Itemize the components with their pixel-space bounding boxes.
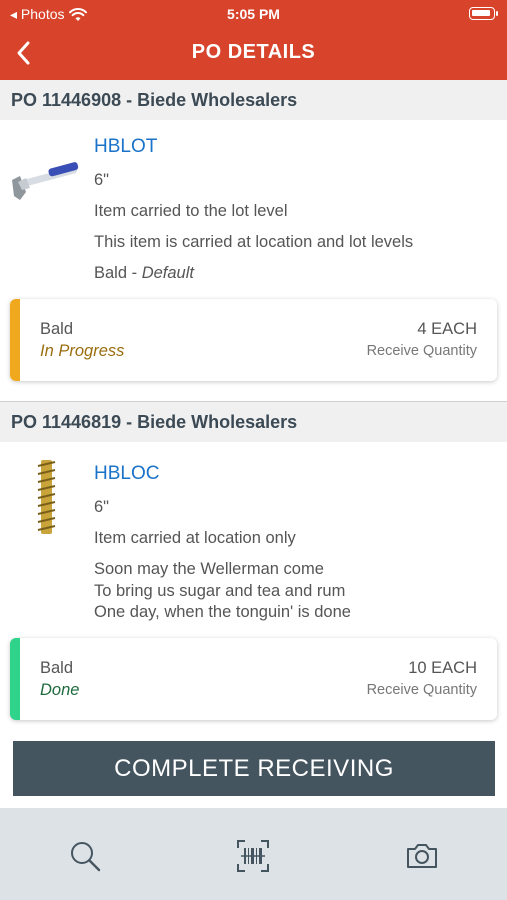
- receipt-card[interactable]: Bald Done 10 EACH Receive Quantity: [10, 638, 497, 720]
- item-note-line: To bring us sugar and tea and rum: [94, 582, 346, 600]
- item-size: 6": [94, 171, 110, 189]
- barcode-scan-icon[interactable]: [236, 839, 270, 873]
- item-note-line: Soon may the Wellerman come: [94, 560, 324, 578]
- receipt-quantity: 10 EACH: [408, 659, 477, 677]
- item-code-link[interactable]: HBLOC: [94, 463, 159, 485]
- search-icon[interactable]: [68, 839, 102, 873]
- po-header: PO 11446908 - Biede Wholesalers: [0, 80, 507, 120]
- hammer-icon: [12, 162, 79, 200]
- receipt-status: In Progress: [40, 342, 125, 360]
- item-location-suffix: Default: [141, 264, 194, 282]
- battery-icon: [469, 7, 498, 20]
- screw-icon: [37, 460, 56, 534]
- barcode-scan-tab[interactable]: [233, 836, 273, 876]
- complete-receiving-button[interactable]: COMPLETE RECEIVING: [13, 741, 495, 796]
- search-tab[interactable]: [65, 836, 105, 876]
- receipt-quantity-label: Receive Quantity: [366, 682, 477, 698]
- item-description: Item carried at location only: [94, 529, 296, 547]
- status-time: 5:05 PM: [227, 6, 280, 22]
- camera-tab[interactable]: [402, 836, 442, 876]
- tab-bar: [0, 808, 507, 900]
- item-description: This item is carried at location and lot…: [94, 233, 414, 251]
- po-item[interactable]: HBLOC 6" Item carried at location only S…: [0, 442, 507, 638]
- item-location-name: Bald: [94, 264, 128, 282]
- status-bar-indicator: [10, 638, 20, 720]
- page-title: PO DETAILS: [191, 41, 316, 63]
- status-bar: ◂ Photos 5:05 PM: [0, 0, 507, 28]
- receipt-location: Bald: [40, 320, 74, 338]
- receipt-quantity: 4 EACH: [417, 320, 477, 338]
- nav-bar: PO DETAILS: [0, 28, 507, 80]
- receipt-status: Done: [40, 681, 80, 699]
- item-location: Bald - Default: [94, 264, 194, 282]
- item-code-link[interactable]: HBLOT: [94, 136, 157, 158]
- camera-icon[interactable]: [405, 839, 439, 873]
- po-item[interactable]: HBLOT 6" Item carried to the lot level T…: [0, 120, 507, 298]
- receipt-quantity-label: Receive Quantity: [366, 343, 477, 359]
- po-header: PO 11446819 - Biede Wholesalers: [0, 402, 507, 442]
- status-bar-indicator: [10, 299, 20, 381]
- receipt-location: Bald: [40, 659, 74, 677]
- item-description: Item carried to the lot level: [94, 202, 288, 220]
- receipt-card[interactable]: Bald In Progress 4 EACH Receive Quantity: [10, 299, 497, 381]
- item-note-line: One day, when the tonguin' is done: [94, 603, 351, 621]
- item-size: 6": [94, 498, 110, 516]
